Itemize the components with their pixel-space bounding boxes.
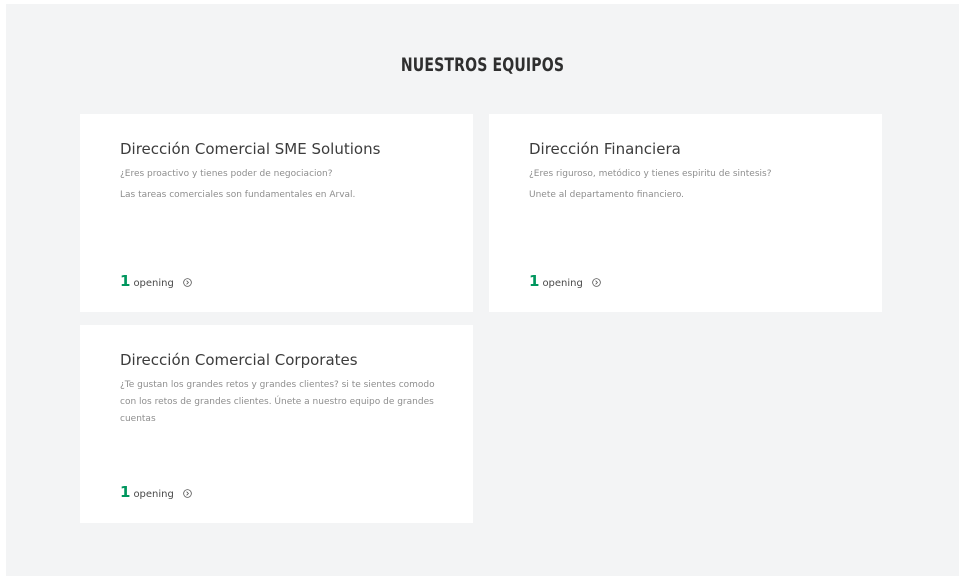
- openings-link[interactable]: 1 opening: [120, 271, 192, 290]
- team-card-title: Dirección Comercial Corporates: [120, 351, 358, 369]
- team-card-description: ¿Eres proactivo y tienes poder de negoci…: [120, 169, 333, 179]
- openings-count: 1: [529, 272, 540, 290]
- openings-label: opening: [133, 278, 174, 289]
- team-card-description: ¿Te gustan los grandes retos y grandes c…: [120, 380, 435, 424]
- openings-link[interactable]: 1 opening: [120, 482, 192, 501]
- openings-count: 1: [120, 272, 131, 290]
- team-card-description: Las tareas comerciales son fundamentales…: [120, 190, 356, 200]
- team-card-description: Unete al departamento financiero.: [529, 190, 685, 200]
- openings-count: 1: [120, 483, 131, 501]
- openings-link[interactable]: 1 opening: [529, 271, 601, 290]
- circle-chevron-right-icon[interactable]: [183, 272, 192, 287]
- openings-label: opening: [542, 278, 583, 289]
- section-title: NUESTROS EQUIPOS: [400, 54, 565, 76]
- page-background: NUESTROS EQUIPOS Dirección Comercial SME…: [6, 4, 959, 576]
- team-card-corporates[interactable]: Dirección Comercial Corporates ¿Te gusta…: [80, 325, 473, 523]
- team-card-sme-solutions[interactable]: Dirección Comercial SME Solutions ¿Eres …: [80, 114, 473, 312]
- circle-chevron-right-icon[interactable]: [183, 483, 192, 498]
- team-card-title: Dirección Financiera: [529, 140, 681, 158]
- circle-chevron-right-icon[interactable]: [592, 272, 601, 287]
- team-card-description: ¿Eres riguroso, metódico y tienes espiri…: [529, 169, 772, 179]
- team-card-financiera[interactable]: Dirección Financiera ¿Eres riguroso, met…: [489, 114, 882, 312]
- openings-label: opening: [133, 489, 174, 500]
- team-card-title: Dirección Comercial SME Solutions: [120, 140, 381, 158]
